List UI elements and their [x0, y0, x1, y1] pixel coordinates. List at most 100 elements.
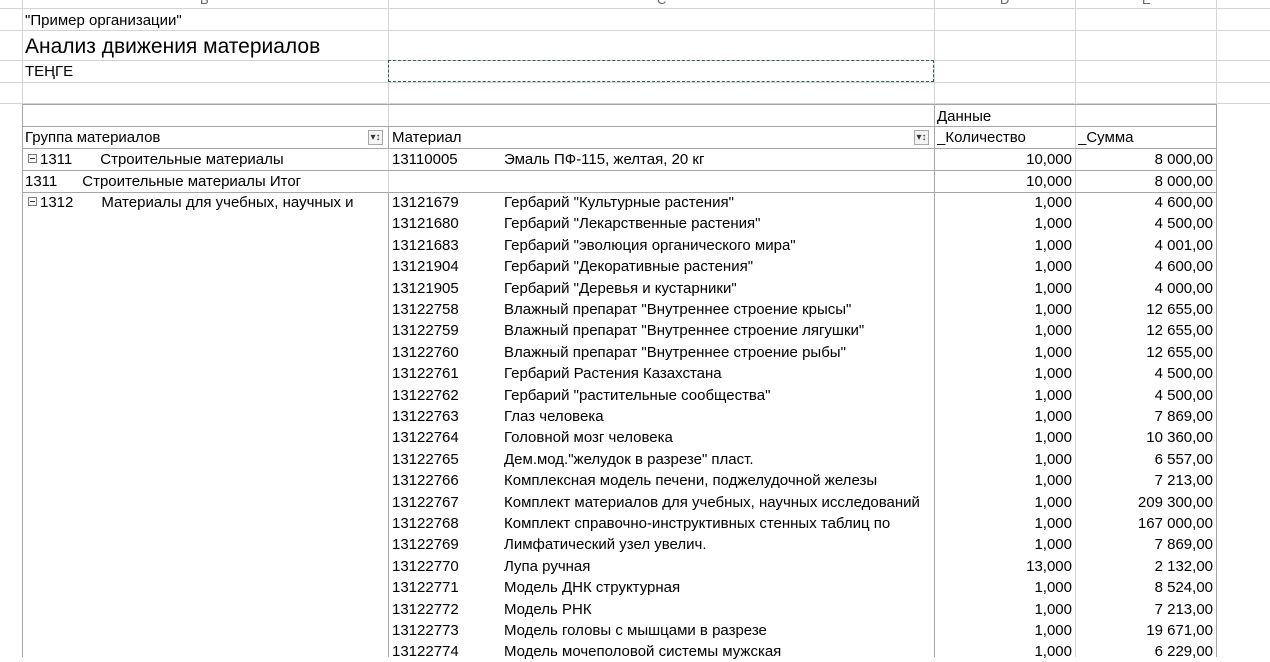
material-name[interactable]: Эмаль ПФ-115, желтая, 20 кг — [504, 149, 932, 170]
material-sum[interactable]: 7 213,00 — [1078, 470, 1213, 491]
material-quantity[interactable]: 1,000 — [937, 235, 1072, 256]
material-name[interactable]: Лупа ручная — [504, 556, 932, 577]
material-name[interactable]: Гербарий "растительные сообщества" — [504, 385, 932, 406]
material-sum[interactable]: 4 500,00 — [1078, 363, 1213, 384]
material-quantity[interactable]: 1,000 — [937, 278, 1072, 299]
material-name[interactable]: Комплект материалов для учебных, научных… — [504, 492, 932, 513]
material-quantity[interactable]: 1,000 — [937, 406, 1072, 427]
group-filter-dropdown-icon[interactable]: ▾↕ — [368, 130, 383, 145]
material-code[interactable]: 13110005 — [392, 149, 502, 170]
material-name[interactable]: Гербарий "Декоративные растения" — [504, 256, 932, 277]
group-1311-total-label[interactable]: 1311 Строительные материалы Итог — [25, 171, 625, 192]
material-code[interactable]: 13121683 — [392, 235, 502, 256]
material-sum[interactable]: 7 869,00 — [1078, 406, 1213, 427]
pivot-header-material[interactable]: Материал — [392, 127, 892, 148]
report-title-cell[interactable]: Анализ движения материалов — [25, 34, 525, 60]
material-name[interactable]: Лимфатический узел увелич. — [504, 534, 932, 555]
material-name[interactable]: Модель ДНК структурная — [504, 577, 932, 598]
material-quantity[interactable]: 1,000 — [937, 513, 1072, 534]
material-sum[interactable]: 4 001,00 — [1078, 235, 1213, 256]
material-sum[interactable]: 19 671,00 — [1078, 620, 1213, 641]
material-sum[interactable]: 4 500,00 — [1078, 385, 1213, 406]
material-code[interactable]: 13122761 — [392, 363, 502, 384]
material-sum[interactable]: 4 600,00 — [1078, 192, 1213, 213]
column-letter-e[interactable]: E — [1142, 0, 1151, 7]
material-sum[interactable]: 12 655,00 — [1078, 299, 1213, 320]
group-1311-total-quantity[interactable]: 10,000 — [937, 171, 1072, 192]
material-name[interactable]: Гербарий Растения Казахстана — [504, 363, 932, 384]
material-code[interactable]: 13122770 — [392, 556, 502, 577]
material-quantity[interactable]: 1,000 — [937, 470, 1072, 491]
material-quantity[interactable]: 1,000 — [937, 577, 1072, 598]
material-quantity[interactable]: 1,000 — [937, 449, 1072, 470]
material-code[interactable]: 13122765 — [392, 449, 502, 470]
material-quantity[interactable]: 1,000 — [937, 363, 1072, 384]
material-name[interactable]: Модель мочеполовой системы мужская — [504, 641, 932, 662]
material-code[interactable]: 13122771 — [392, 577, 502, 598]
material-sum[interactable]: 12 655,00 — [1078, 320, 1213, 341]
material-quantity[interactable]: 1,000 — [937, 299, 1072, 320]
material-quantity[interactable]: 1,000 — [937, 534, 1072, 555]
material-code[interactable]: 13122760 — [392, 342, 502, 363]
material-quantity[interactable]: 1,000 — [937, 320, 1072, 341]
material-quantity[interactable]: 1,000 — [937, 342, 1072, 363]
currency-cell[interactable]: ТЕҢГЕ — [25, 61, 385, 82]
material-quantity[interactable]: 13,000 — [937, 556, 1072, 577]
material-code[interactable]: 13122759 — [392, 320, 502, 341]
material-code[interactable]: 13122762 — [392, 385, 502, 406]
material-sum[interactable]: 167 000,00 — [1078, 513, 1213, 534]
material-sum[interactable]: 8 000,00 — [1078, 149, 1213, 170]
material-quantity[interactable]: 10,000 — [937, 149, 1072, 170]
material-name[interactable]: Модель головы с мышцами в разрезе — [504, 620, 932, 641]
material-code[interactable]: 13122767 — [392, 492, 502, 513]
material-name[interactable]: Модель РНК — [504, 599, 932, 620]
material-name[interactable]: Гербарий "эволюция органического мира" — [504, 235, 932, 256]
material-sum[interactable]: 10 360,00 — [1078, 427, 1213, 448]
material-quantity[interactable]: 1,000 — [937, 385, 1072, 406]
material-code[interactable]: 13122769 — [392, 534, 502, 555]
material-code[interactable]: 13122772 — [392, 599, 502, 620]
material-quantity[interactable]: 1,000 — [937, 256, 1072, 277]
material-code[interactable]: 13122774 — [392, 641, 502, 662]
pivot-header-sum[interactable]: _Сумма — [1078, 127, 1213, 148]
material-sum[interactable]: 4 500,00 — [1078, 213, 1213, 234]
material-code[interactable]: 13122773 — [392, 620, 502, 641]
group-1312-cell[interactable]: 1312 Материалы для учебных, научных и — [28, 192, 386, 213]
material-code[interactable]: 13121904 — [392, 256, 502, 277]
material-quantity[interactable]: 1,000 — [937, 213, 1072, 234]
material-quantity[interactable]: 1,000 — [937, 492, 1072, 513]
material-sum[interactable]: 7 869,00 — [1078, 534, 1213, 555]
material-sum[interactable]: 7 213,00 — [1078, 599, 1213, 620]
material-sum[interactable]: 209 300,00 — [1078, 492, 1213, 513]
material-code[interactable]: 13122768 — [392, 513, 502, 534]
material-name[interactable]: Глаз человека — [504, 406, 932, 427]
material-quantity[interactable]: 1,000 — [937, 641, 1072, 662]
material-sum[interactable]: 2 132,00 — [1078, 556, 1213, 577]
material-sum[interactable]: 6 229,00 — [1078, 641, 1213, 662]
collapse-icon[interactable] — [28, 154, 37, 163]
material-code[interactable]: 13121679 — [392, 192, 502, 213]
material-code[interactable]: 13122763 — [392, 406, 502, 427]
material-name[interactable]: Комплексная модель печени, поджелудочной… — [504, 470, 932, 491]
material-name[interactable]: Влажный препарат "Внутреннее строение ры… — [504, 342, 932, 363]
pivot-header-quantity[interactable]: _Количество — [937, 127, 1072, 148]
material-name[interactable]: Влажный препарат "Внутреннее строение ля… — [504, 320, 932, 341]
material-code[interactable]: 13122766 — [392, 470, 502, 491]
pivot-data-label[interactable]: Данные — [937, 106, 1072, 127]
material-sum[interactable]: 6 557,00 — [1078, 449, 1213, 470]
material-sum[interactable]: 8 524,00 — [1078, 577, 1213, 598]
group-1311-cell[interactable]: 1311 Строительные материалы — [28, 149, 386, 170]
material-name[interactable]: Гербарий "Деревья и кустарники" — [504, 278, 932, 299]
material-name[interactable]: Головной мозг человека — [504, 427, 932, 448]
material-name[interactable]: Дем.мод."желудок в разрезе" пласт. — [504, 449, 932, 470]
group-1311-total-sum[interactable]: 8 000,00 — [1078, 171, 1213, 192]
material-name[interactable]: Гербарий "Лекарственные растения" — [504, 213, 932, 234]
material-code[interactable]: 13121680 — [392, 213, 502, 234]
column-letter-d[interactable]: D — [1000, 0, 1009, 7]
material-sum[interactable]: 12 655,00 — [1078, 342, 1213, 363]
material-name[interactable]: Влажный препарат "Внутреннее строение кр… — [504, 299, 932, 320]
material-name[interactable]: Комплект справочно-инструктивных стенных… — [504, 513, 932, 534]
material-quantity[interactable]: 1,000 — [937, 427, 1072, 448]
material-sum[interactable]: 4 000,00 — [1078, 278, 1213, 299]
material-name[interactable]: Гербарий "Культурные растения" — [504, 192, 932, 213]
